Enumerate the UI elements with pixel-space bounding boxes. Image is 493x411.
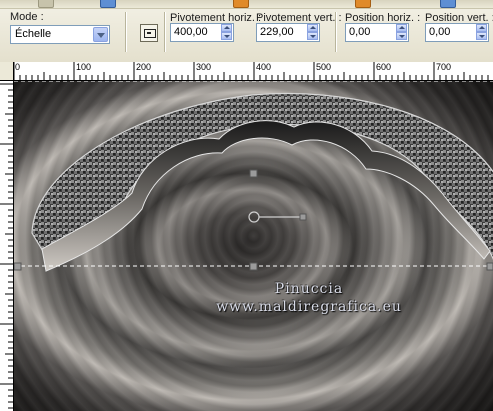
spin-up-icon[interactable] bbox=[307, 24, 318, 32]
rotation-pivot-icon[interactable] bbox=[248, 211, 260, 223]
mode-select[interactable]: Échelle bbox=[10, 25, 110, 44]
bottom-right-handle[interactable] bbox=[486, 262, 493, 271]
transformed-layer[interactable] bbox=[14, 81, 493, 411]
spin-up-icon[interactable] bbox=[476, 24, 487, 32]
horizontal-ruler: 0 100 200 300 400 500 600 700 bbox=[0, 62, 493, 81]
ruler-label: 600 bbox=[376, 62, 392, 72]
mode-label: Mode : bbox=[10, 11, 44, 23]
vertical-ruler bbox=[0, 80, 14, 411]
spin-down-icon[interactable] bbox=[476, 32, 487, 40]
toolbar-icon[interactable] bbox=[440, 0, 456, 8]
position-horizontal-input[interactable]: 0,00 bbox=[345, 23, 409, 42]
reset-transform-button[interactable] bbox=[140, 24, 158, 42]
ruler-label: 200 bbox=[136, 62, 152, 72]
ruler-corner bbox=[0, 62, 14, 81]
mode-select-value: Échelle bbox=[15, 28, 52, 40]
ruler-label: 700 bbox=[436, 62, 452, 72]
watermark-name: Pinuccia bbox=[274, 281, 344, 297]
toolbar-icon[interactable] bbox=[38, 0, 54, 8]
pivot-horizontal-value: 400,00 bbox=[174, 26, 208, 38]
toolbar-icon[interactable] bbox=[355, 0, 371, 8]
position-vertical-value: 0,00 bbox=[429, 26, 451, 38]
rotation-handle[interactable] bbox=[299, 213, 307, 221]
tool-options-bar: Mode : Échelle Pivotement horiz. : 400,0… bbox=[0, 0, 493, 63]
ruler-label: 500 bbox=[316, 62, 332, 72]
pivot-vertical-value: 229,00 bbox=[260, 26, 294, 38]
position-vertical-input[interactable]: 0,00 bbox=[425, 23, 489, 42]
bottom-center-handle[interactable] bbox=[249, 262, 258, 271]
spin-up-icon[interactable] bbox=[396, 24, 407, 32]
ruler-label: 300 bbox=[196, 62, 212, 72]
pivot-top-handle[interactable] bbox=[249, 169, 258, 178]
watermark-url: www.maldiregrafica.eu bbox=[216, 299, 402, 315]
position-horizontal-value: 0,00 bbox=[349, 26, 371, 38]
toolbar-icon[interactable] bbox=[233, 0, 249, 8]
spin-arrows[interactable] bbox=[307, 24, 318, 41]
vertical-ruler-ticks bbox=[0, 83, 13, 409]
toolbar-separator bbox=[125, 12, 126, 52]
ruler-label: 100 bbox=[76, 62, 92, 72]
watermark: Pinuccia www.maldiregrafica.eu bbox=[209, 281, 409, 315]
spin-down-icon[interactable] bbox=[307, 32, 318, 40]
spin-arrows[interactable] bbox=[476, 24, 487, 41]
image-canvas[interactable]: Pinuccia www.maldiregrafica.eu bbox=[14, 81, 493, 411]
toolbar-separator bbox=[164, 12, 165, 52]
bottom-left-handle[interactable] bbox=[14, 262, 22, 271]
toolbar-separator bbox=[335, 12, 336, 52]
toolbar-icon[interactable] bbox=[100, 0, 116, 8]
ruler-label: 0 bbox=[15, 62, 21, 72]
ruler-label: 400 bbox=[256, 62, 272, 72]
spin-down-icon[interactable] bbox=[221, 32, 232, 40]
spin-down-icon[interactable] bbox=[396, 32, 407, 40]
pivot-vertical-input[interactable]: 229,00 bbox=[256, 23, 320, 42]
spin-arrows[interactable] bbox=[396, 24, 407, 41]
chevron-down-icon[interactable] bbox=[93, 27, 108, 42]
spin-up-icon[interactable] bbox=[221, 24, 232, 32]
pivot-horizontal-input[interactable]: 400,00 bbox=[170, 23, 234, 42]
horizontal-ruler-ticks bbox=[13, 62, 489, 80]
spin-arrows[interactable] bbox=[221, 24, 232, 41]
